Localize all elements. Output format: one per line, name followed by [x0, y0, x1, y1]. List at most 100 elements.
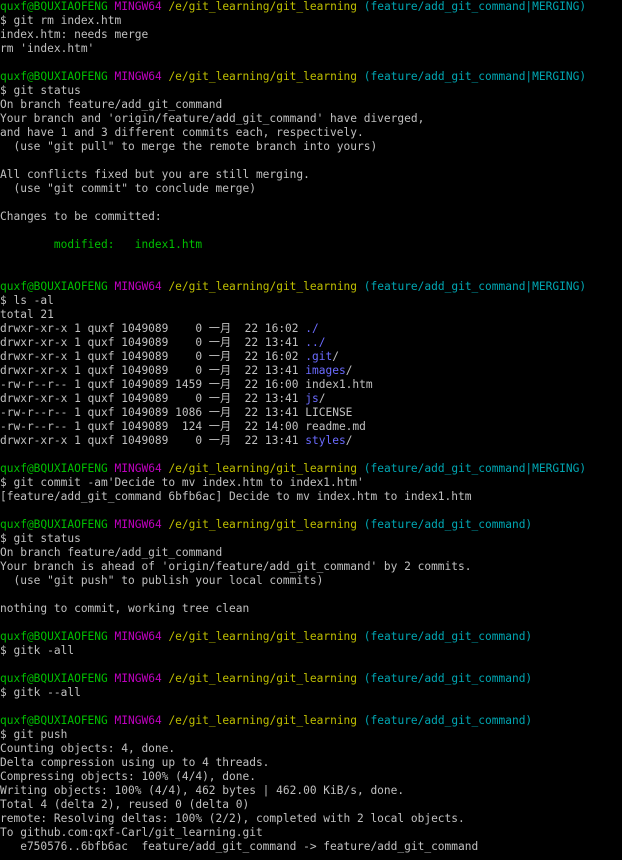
text-segment: $ git commit -am'Decide to mv index.htm …	[0, 476, 364, 489]
text-segment: $ ls -al	[0, 294, 54, 307]
text-segment: quxf@BQUXIAOFENG	[0, 630, 108, 643]
output-line: remote: Resolving deltas: 100% (2/2), co…	[0, 812, 622, 826]
text-segment: Your branch and 'origin/feature/add_git_…	[0, 112, 425, 125]
text-segment: quxf@BQUXIAOFENG	[0, 0, 108, 13]
prompt-line: quxf@BQUXIAOFENG MINGW64 /e/git_learning…	[0, 0, 622, 14]
text-segment: drwxr-xr-x 1 quxf 1049089 0 一月 22 16:02	[0, 350, 306, 363]
text-segment: Total 4 (delta 2), reused 0 (delta 0)	[0, 798, 250, 811]
text-segment: Changes to be committed:	[0, 210, 162, 223]
text-segment: Delta compression using up to 4 threads.	[0, 756, 270, 769]
output-line: On branch feature/add_git_command	[0, 546, 622, 560]
output-line: nothing to commit, working tree clean	[0, 602, 622, 616]
text-segment: $ git rm index.htm	[0, 14, 122, 27]
listing-line: -rw-r--r-- 1 quxf 1049089 1086 一月 22 13:…	[0, 406, 622, 420]
text-segment: MINGW64	[114, 70, 162, 83]
output-line: index.htm: needs merge	[0, 28, 622, 42]
text-segment: MINGW64	[114, 462, 162, 475]
text-segment: -rw-r--r-- 1 quxf 1049089 124 一月 22 14:0…	[0, 420, 366, 433]
output-line: Your branch is ahead of 'origin/feature/…	[0, 560, 622, 574]
text-segment: images	[305, 364, 346, 377]
text-segment: .git	[305, 350, 333, 363]
text-segment: -rw-r--r-- 1 quxf 1049089 1459 一月 22 16:…	[0, 378, 373, 391]
terminal-output[interactable]: quxf@BQUXIAOFENG MINGW64 /e/git_learning…	[0, 0, 622, 860]
text-segment: quxf@BQUXIAOFENG	[0, 672, 108, 685]
listing-line: drwxr-xr-x 1 quxf 1049089 0 一月 22 13:41 …	[0, 392, 622, 406]
command-line: $ git push	[0, 728, 622, 742]
text-segment	[357, 462, 364, 475]
prompt-line: quxf@BQUXIAOFENG MINGW64 /e/git_learning…	[0, 630, 622, 644]
text-segment: Compressing objects: 100% (4/4), done.	[0, 770, 256, 783]
text-segment: /e/git_learning/git_learning	[168, 462, 358, 475]
text-segment	[108, 0, 115, 13]
output-line: To github.com:qxf-Carl/git_learning.git	[0, 826, 622, 840]
text-segment: (feature/add_git_command|MERGING)	[363, 280, 587, 293]
text-segment: /e/git_learning/git_learning	[168, 714, 358, 727]
text-segment	[357, 672, 364, 685]
command-line: $ git rm index.htm	[0, 14, 622, 28]
listing-line: -rw-r--r-- 1 quxf 1049089 124 一月 22 14:0…	[0, 420, 622, 434]
output-line: Changes to be committed:	[0, 210, 622, 224]
text-segment: total 21	[0, 308, 54, 321]
text-segment: e750576..6bfb6ac feature/add_git_command…	[0, 840, 479, 853]
prompt-line: quxf@BQUXIAOFENG MINGW64 /e/git_learning…	[0, 672, 622, 686]
output-line: Compressing objects: 100% (4/4), done.	[0, 770, 622, 784]
text-segment: quxf@BQUXIAOFENG	[0, 280, 108, 293]
text-segment	[357, 630, 364, 643]
output-line: Counting objects: 4, done.	[0, 742, 622, 756]
text-segment	[108, 714, 115, 727]
text-segment: /	[345, 434, 353, 447]
text-segment: (use "git pull" to merge the remote bran…	[0, 140, 378, 153]
prompt-line: quxf@BQUXIAOFENG MINGW64 /e/git_learning…	[0, 714, 622, 728]
text-segment: $ git status	[0, 532, 81, 545]
output-line: e750576..6bfb6ac feature/add_git_command…	[0, 840, 622, 854]
command-line: $ git commit -am'Decide to mv index.htm …	[0, 476, 622, 490]
output-line: Writing objects: 100% (4/4), 462 bytes |…	[0, 784, 622, 798]
text-segment: Counting objects: 4, done.	[0, 742, 176, 755]
prompt-line: quxf@BQUXIAOFENG MINGW64 /e/git_learning…	[0, 70, 622, 84]
text-segment: Writing objects: 100% (4/4), 462 bytes |…	[0, 784, 405, 797]
output-line: (use "git commit" to conclude merge)	[0, 182, 622, 196]
text-segment: and have 1 and 3 different commits each,…	[0, 126, 364, 139]
text-segment: drwxr-xr-x 1 quxf 1049089 0 一月 22 16:02	[0, 322, 306, 335]
text-segment: $ git push	[0, 728, 68, 741]
output-line: rm 'index.htm'	[0, 42, 622, 56]
text-segment: /e/git_learning/git_learning	[168, 518, 358, 531]
text-segment: -rw-r--r-- 1 quxf 1049089 1086 一月 22 13:…	[0, 406, 353, 419]
text-segment	[108, 70, 115, 83]
output-line: (use "git pull" to merge the remote bran…	[0, 140, 622, 154]
command-line: $ gitk --all	[0, 686, 622, 700]
text-segment	[357, 518, 364, 531]
text-segment: /e/git_learning/git_learning	[168, 0, 358, 13]
text-segment: (feature/add_git_command|MERGING)	[363, 462, 587, 475]
text-segment	[357, 70, 364, 83]
text-segment: quxf@BQUXIAOFENG	[0, 70, 108, 83]
text-segment: MINGW64	[114, 518, 162, 531]
text-segment: /e/git_learning/git_learning	[168, 280, 358, 293]
listing-line: -rw-r--r-- 1 quxf 1049089 1459 一月 22 16:…	[0, 378, 622, 392]
text-segment: drwxr-xr-x 1 quxf 1049089 0 一月 22 13:41	[0, 392, 306, 405]
text-segment: All conflicts fixed but you are still me…	[0, 168, 310, 181]
text-segment: (use "git commit" to conclude merge)	[0, 182, 256, 195]
text-segment	[357, 280, 364, 293]
text-segment: /	[332, 350, 339, 363]
text-segment	[108, 518, 115, 531]
text-segment: index.htm: needs merge	[0, 28, 149, 41]
text-segment	[108, 462, 115, 475]
text-segment: drwxr-xr-x 1 quxf 1049089 0 一月 22 13:41	[0, 364, 306, 377]
text-segment: remote: Resolving deltas: 100% (2/2), co…	[0, 812, 465, 825]
text-segment: quxf@BQUXIAOFENG	[0, 462, 108, 475]
listing-line: drwxr-xr-x 1 quxf 1049089 0 一月 22 13:41 …	[0, 336, 622, 350]
text-segment: $ gitk --all	[0, 686, 81, 699]
text-segment: MINGW64	[114, 630, 162, 643]
prompt-line: quxf@BQUXIAOFENG MINGW64 /e/git_learning…	[0, 280, 622, 294]
